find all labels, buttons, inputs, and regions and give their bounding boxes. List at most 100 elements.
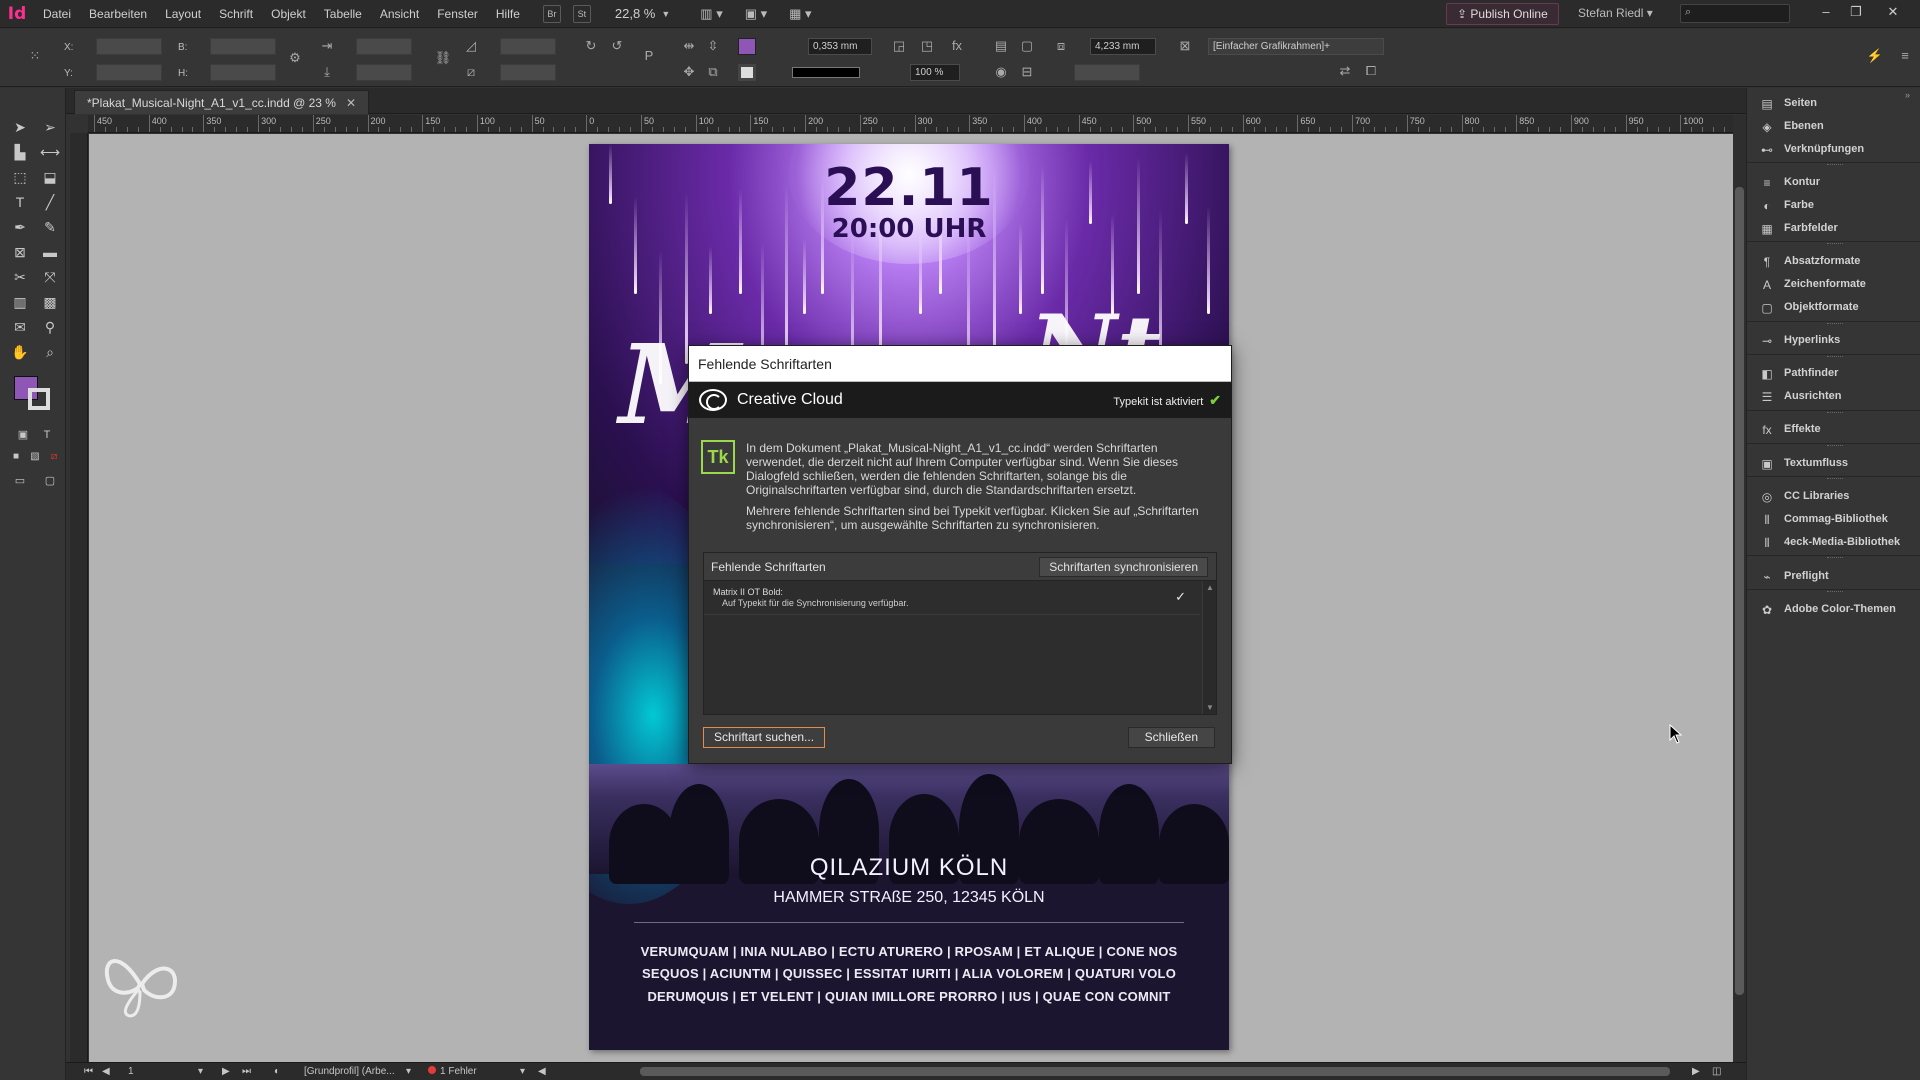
formatting-container-icon[interactable]: ▣	[12, 424, 34, 446]
rectangle-frame-tool-icon[interactable]: ⊠	[9, 241, 31, 263]
rectangle-tool-icon[interactable]: ▬	[39, 241, 61, 263]
free-transform-tool-icon[interactable]: ⤧	[39, 266, 61, 288]
font-sync-checkbox[interactable]: ✓	[1175, 589, 1186, 605]
select-content-icon[interactable]: ⧉	[704, 63, 722, 81]
scale-x-icon[interactable]: ⇥	[318, 37, 336, 55]
panel-ebenen[interactable]: ◈ Ebenen	[1747, 115, 1920, 139]
preflight-profile[interactable]: [Grundprofil] (Arbe...	[304, 1066, 395, 1077]
panel-objektformate[interactable]: ▢ Objektformate	[1747, 296, 1920, 320]
vertical-ruler[interactable]	[70, 133, 88, 1063]
dialog-title[interactable]: Fehlende Schriftarten	[689, 346, 1231, 382]
select-container-icon[interactable]: ✥	[680, 63, 698, 81]
scale-y-icon[interactable]: ⤓	[318, 63, 336, 81]
panel-menu-icon[interactable]: ≡	[1896, 47, 1914, 65]
panel-absatzformate[interactable]: ¶ Absatzformate	[1747, 250, 1920, 274]
next-page-icon[interactable]: ▶	[222, 1066, 230, 1077]
wrap-icon[interactable]: ⇄	[1336, 62, 1354, 80]
preflight-errors[interactable]: 1 Fehler	[428, 1066, 477, 1077]
rotate-cw-icon[interactable]: ↻	[582, 37, 600, 55]
menu-schrift[interactable]: Schrift	[210, 7, 262, 21]
panel-kontur[interactable]: ≡ Kontur	[1747, 171, 1920, 195]
x-field[interactable]	[96, 38, 162, 55]
panel-preflight[interactable]: ⌁ Preflight	[1747, 565, 1920, 589]
reference-point-icon[interactable]: ⁙	[26, 47, 44, 65]
screen-mode-normal-icon[interactable]: ▭	[9, 470, 31, 492]
panel-grip[interactable]	[1827, 356, 1843, 358]
quick-apply-icon[interactable]: ⚡	[1866, 47, 1884, 65]
panel-cc-libraries[interactable]: ◎ CC Libraries	[1747, 485, 1920, 509]
fx-icon[interactable]: fx	[948, 37, 966, 55]
text-frame-options-icon[interactable]: ▤	[992, 37, 1010, 55]
dimension-field[interactable]	[1074, 64, 1140, 81]
formatting-text-icon[interactable]: T	[36, 424, 58, 446]
split-view-icon[interactable]: ◫	[1712, 1066, 1721, 1077]
close-tab-icon[interactable]: ✕	[346, 96, 356, 110]
fit-frame-icon[interactable]: ▢	[1018, 37, 1036, 55]
effects-icon[interactable]: ◳	[918, 37, 936, 55]
fitting-icon[interactable]: ◉	[992, 63, 1010, 81]
prev-page-icon[interactable]: ◀	[102, 1066, 110, 1077]
horizontal-ruler[interactable]: 450 400 350 300 250 200 150 100 50 0 50 100 150 200 25…	[88, 115, 1733, 133]
drop-shadow-icon[interactable]: ◲	[890, 37, 908, 55]
menu-objekt[interactable]: Objekt	[262, 7, 315, 21]
last-page-icon[interactable]: ⏭	[242, 1066, 251, 1077]
note-tool-icon[interactable]: ✉	[9, 316, 31, 338]
stroke-color-swatch[interactable]	[738, 64, 756, 81]
fill-color-swatch[interactable]	[738, 38, 756, 55]
center-content-icon[interactable]: ⊟	[1018, 63, 1036, 81]
panel-ausrichten[interactable]: ☰ Ausrichten	[1747, 385, 1920, 409]
panel-grip[interactable]	[1827, 557, 1843, 559]
minimize-button[interactable]: –	[1813, 2, 1839, 22]
gap-tool-icon[interactable]: ⟷	[39, 141, 61, 163]
stroke-weight-field[interactable]: 0,353 mm	[808, 38, 872, 55]
stroke-type-select[interactable]	[792, 67, 860, 78]
first-page-icon[interactable]: ⏮	[84, 1066, 93, 1077]
constrain-proportions-icon[interactable]: ⚙	[286, 49, 304, 67]
panel-farbe[interactable]: ◐ Farbe	[1747, 194, 1920, 218]
flip-h-icon[interactable]: ⇹	[680, 37, 698, 55]
line-tool-icon[interactable]: ╱	[39, 191, 61, 213]
gradient-tool-icon[interactable]: ▥	[9, 291, 31, 313]
panel-4eck-media-bibliothek[interactable]: ⫴ 4eck-Media-Bibliothek	[1747, 531, 1920, 555]
text-wrap-icon[interactable]: ⧠	[1362, 62, 1380, 80]
vertical-scrollbar[interactable]	[1733, 115, 1746, 1062]
find-font-button[interactable]: Schriftart suchen...	[703, 727, 826, 748]
stock-button[interactable]: St	[572, 4, 591, 23]
menu-tabelle[interactable]: Tabelle	[315, 7, 371, 21]
frame-style-icon[interactable]: ⊠	[1176, 37, 1194, 55]
publish-online-button[interactable]: ⇪ Publish Online	[1446, 3, 1559, 25]
panel-grip[interactable]	[1827, 591, 1843, 593]
panel-commag-bibliothek[interactable]: ⫴ Commag-Bibliothek	[1747, 508, 1920, 532]
page-number-field[interactable]: 1	[128, 1066, 134, 1077]
open-document-icon[interactable]: ◐	[274, 1066, 280, 1077]
rotate-ccw-icon[interactable]: ↺	[608, 37, 626, 55]
pencil-tool-icon[interactable]: ✎	[39, 216, 61, 238]
screen-mode-icon[interactable]: ▣ ▾	[745, 6, 767, 22]
maximize-button[interactable]: ❐	[1843, 2, 1869, 22]
scrollbar-thumb[interactable]	[1735, 187, 1744, 995]
scissors-tool-icon[interactable]: ✂	[9, 266, 31, 288]
panel-pathfinder[interactable]: ◧ Pathfinder	[1747, 362, 1920, 386]
page-dropdown-icon[interactable]: ▾	[198, 1066, 203, 1077]
sync-fonts-button[interactable]: Schriftarten synchronisieren	[1039, 557, 1208, 577]
flip-v-icon[interactable]: ⇳	[704, 37, 722, 55]
menu-datei[interactable]: Datei	[34, 7, 80, 21]
profile-dropdown-icon[interactable]: ▾	[406, 1066, 411, 1077]
scroll-left-icon[interactable]: ◀	[538, 1066, 546, 1077]
content-collector-icon[interactable]: ⬚	[9, 166, 31, 188]
chevron-down-icon[interactable]: ▼	[661, 9, 670, 19]
panel-textumfluss[interactable]: ▣ Textumfluss	[1747, 452, 1920, 476]
frame-style-select[interactable]: [Einfacher Grafikrahmen]+	[1208, 38, 1384, 55]
menu-layout[interactable]: Layout	[156, 7, 210, 21]
width-field[interactable]	[210, 38, 276, 55]
link-scale-icon[interactable]: ⛓	[434, 49, 452, 67]
scroll-right-icon[interactable]: ▶	[1692, 1066, 1700, 1077]
close-window-button[interactable]: ✕	[1880, 2, 1906, 22]
height-field[interactable]	[210, 64, 276, 81]
panel-grip[interactable]	[1827, 412, 1843, 414]
errors-dropdown-icon[interactable]: ▾	[520, 1066, 525, 1077]
eyedropper-tool-icon[interactable]: ⚲	[39, 316, 61, 338]
auto-fit-icon[interactable]: ⧈	[1052, 37, 1070, 55]
hand-tool-icon[interactable]: ✋	[9, 341, 31, 363]
gradient-feather-tool-icon[interactable]: ▩	[39, 291, 61, 313]
